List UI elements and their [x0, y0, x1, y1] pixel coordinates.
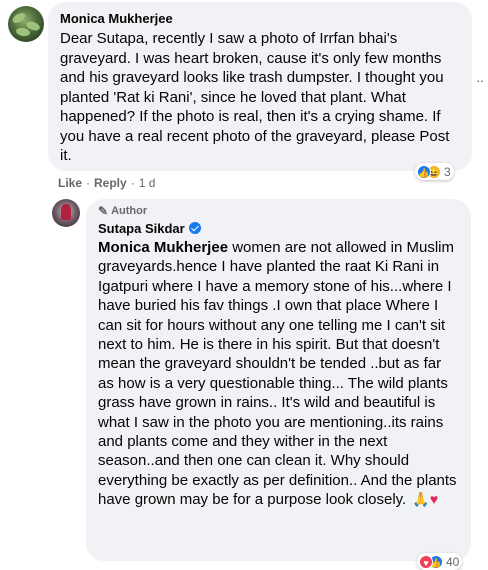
comment-timestamp[interactable]: 1 d — [139, 176, 156, 190]
author-badge: ✎ Author — [98, 203, 459, 219]
comment-text: Dear Sutapa, recently I saw a photo of I… — [60, 30, 450, 164]
more-options-icon[interactable]: ·· — [476, 72, 484, 88]
like-reaction-icon: 👍 — [417, 164, 431, 179]
reply-author-row: Sutapa Sikdar — [98, 219, 459, 237]
reaction-count: 3 — [444, 164, 451, 179]
heart-reaction-icon: ♥ — [419, 554, 433, 569]
comment-author[interactable]: Monica Mukherjee — [60, 10, 460, 27]
avatar-sutapa[interactable] — [52, 199, 80, 227]
avatar-monica[interactable] — [8, 6, 44, 42]
author-badge-label: Author — [111, 205, 148, 217]
comment-reactions[interactable]: 👍 😆 3 — [415, 163, 454, 180]
reply-reactions[interactable]: ♥ 👍 40 — [417, 553, 463, 570]
reply-body: women are not allowed in Muslim graveyar… — [98, 239, 457, 509]
separator-dot: · — [130, 176, 135, 190]
heart-emoji-icon: ♥ — [429, 491, 439, 508]
reply-author[interactable]: Sutapa Sikdar — [98, 220, 185, 237]
like-button[interactable]: Like — [58, 176, 82, 190]
reply-bubble: ✎ Author Sutapa Sikdar Monica Mukherjee … — [86, 199, 471, 561]
reply-button[interactable]: Reply — [94, 176, 127, 190]
separator-dot: · — [86, 176, 91, 190]
comment-actions: Like · Reply · 1 d — [58, 176, 155, 190]
verified-badge-icon — [188, 222, 201, 234]
reply-text: Monica Mukherjee women are not allowed i… — [98, 238, 459, 510]
mention-link[interactable]: Monica Mukherjee — [98, 239, 228, 256]
comment-bubble: Monica Mukherjee Dear Sutapa, recently I… — [48, 2, 472, 171]
pray-emoji-icon: 🙏 — [412, 491, 430, 508]
pen-icon: ✎ — [98, 204, 109, 218]
reaction-count: 40 — [446, 554, 460, 569]
